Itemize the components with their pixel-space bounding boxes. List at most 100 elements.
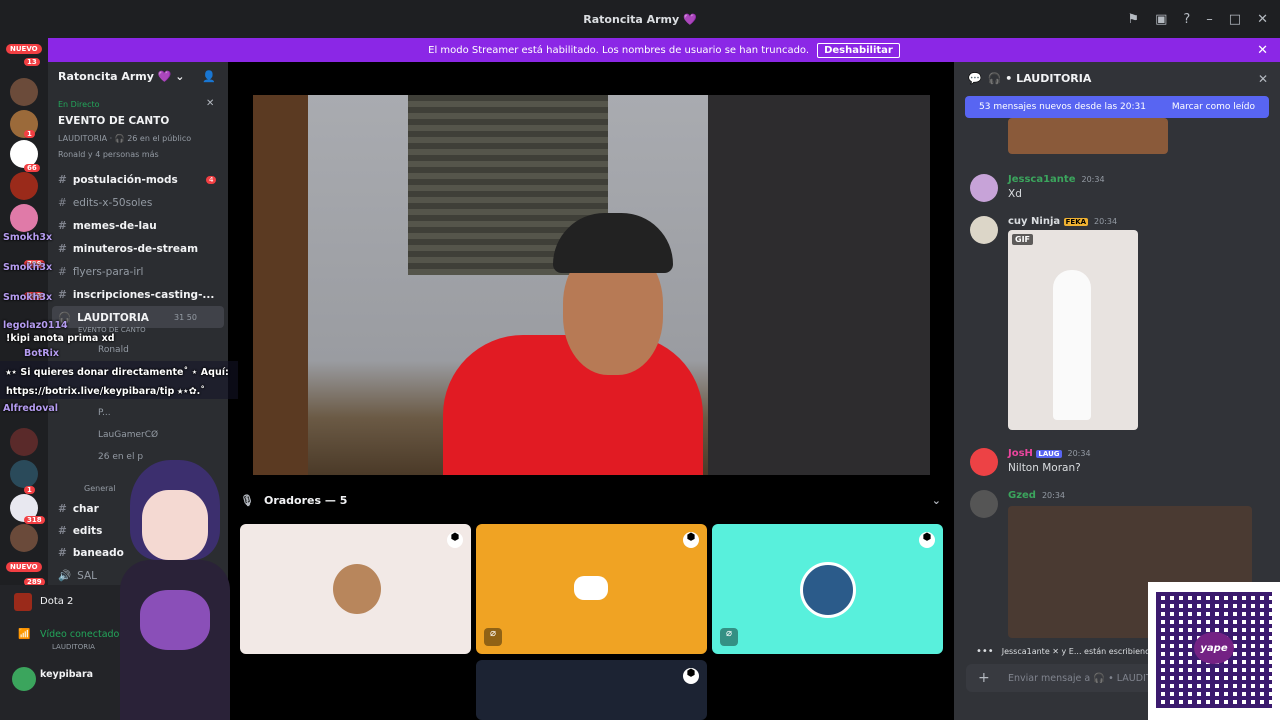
channel-edits-2[interactable]: # edits: [58, 525, 102, 537]
unread-badge: 66: [24, 164, 40, 172]
server-icon[interactable]: [10, 204, 38, 232]
activity-name: Dota 2: [40, 596, 74, 607]
unread-badge: 13: [24, 58, 40, 66]
dota-icon: [14, 593, 32, 611]
gif-image[interactable]: GIF: [1008, 230, 1138, 430]
close-chat-icon[interactable]: ✕: [1258, 72, 1268, 86]
title-bar: Ratoncita Army 💜 ⚑ ▣ ? – □ ✕: [0, 0, 1280, 38]
close-icon[interactable]: ✕: [1257, 12, 1268, 27]
speaker-tile[interactable]: ⬢: [476, 660, 707, 720]
channel-lauditoria[interactable]: 🎧 LAUDITORIA: [58, 311, 149, 324]
chevron-down-icon: ⌄: [175, 70, 185, 83]
new-badge: NUEVO: [6, 562, 42, 572]
add-user-icon[interactable]: 👤: [202, 70, 216, 83]
channel-sal[interactable]: 🔊 SAL: [58, 569, 97, 582]
typing-indicator: ••• Jessca1ante ✕ y E... están escribiend…: [976, 646, 1163, 657]
stage-user[interactable]: LauGamerCØ: [98, 430, 158, 440]
disable-streamer-button[interactable]: Deshabilitar: [817, 42, 900, 58]
muted-mic-icon: ⌀: [720, 628, 738, 646]
banner-text: El modo Streamer está habilitado. Los no…: [428, 44, 810, 56]
message-author: Jessca1ante 20:34: [1008, 174, 1105, 185]
overlay-username: Smokh3x: [3, 262, 53, 273]
channel-memes[interactable]: # memes-de-lau: [58, 220, 157, 232]
message-text: Xd: [1008, 188, 1022, 200]
speaker-tile[interactable]: ⬢ ⌀: [476, 524, 707, 654]
moderator-icon: ⬢: [447, 532, 463, 548]
server-icon[interactable]: [10, 78, 38, 106]
channel-edits[interactable]: # edits-x-50soles: [58, 197, 152, 209]
mark-read-button[interactable]: Marcar como leído: [1172, 102, 1255, 112]
channel-char[interactable]: # char: [58, 503, 99, 515]
discord-logo-icon: [574, 576, 608, 600]
server-icon[interactable]: [10, 428, 38, 456]
close-banner-icon[interactable]: ✕: [1257, 43, 1268, 58]
muted-mic-icon: ⌀: [484, 628, 502, 646]
live-label: En Directo: [58, 100, 100, 109]
event-name[interactable]: EVENTO DE CANTO: [58, 115, 169, 127]
server-name[interactable]: Ratoncita Army 💜 ⌄: [58, 70, 185, 83]
username[interactable]: keypibara: [40, 669, 93, 680]
new-messages-text: 53 mensajes nuevos desde las 20:31: [979, 102, 1146, 112]
maximize-icon[interactable]: □: [1229, 12, 1241, 27]
moderator-icon: ⬢: [683, 668, 699, 684]
video-stream[interactable]: [253, 95, 930, 475]
chat-icon: 💬: [968, 72, 982, 85]
video-clothes-rack: [708, 95, 930, 475]
gif-label: GIF: [1012, 234, 1034, 245]
channel-meta: 31 50: [174, 313, 197, 322]
headphones-icon: 🎧: [987, 72, 1002, 85]
message-author: Gzed 20:34: [1008, 490, 1066, 501]
overlay-username: Alfredoval: [3, 403, 59, 414]
voice-channel: LAUDITORIA: [52, 643, 95, 651]
server-icon[interactable]: [10, 460, 38, 488]
message-input[interactable]: + Enviar mensaje a 🎧 • LAUDIT: [966, 664, 1156, 692]
speaker-avatar: [800, 562, 856, 618]
avatar[interactable]: [970, 216, 998, 244]
speaker-avatar: [333, 564, 381, 614]
chat-image[interactable]: [1008, 118, 1168, 154]
stage-user[interactable]: Ronald: [98, 345, 129, 355]
add-attachment-icon[interactable]: +: [978, 670, 990, 686]
server-icon-dota[interactable]: [10, 172, 38, 200]
signal-icon: 📶: [18, 629, 31, 640]
channel-inscripciones[interactable]: # inscripciones-casting-...: [58, 289, 214, 301]
window-title: Ratoncita Army 💜: [583, 12, 697, 26]
channel-flyers[interactable]: # flyers-para-irl: [58, 266, 143, 278]
overlay-username: Smokh3x: [3, 292, 53, 303]
message-text: Nilton Moran?: [1008, 462, 1081, 474]
gif-figure: [1053, 270, 1091, 420]
server-icon[interactable]: [10, 524, 38, 552]
event-people: Ronald y 4 personas más: [58, 150, 159, 159]
overlay-username: legolaz0114: [3, 320, 68, 331]
vtuber-character: [100, 440, 250, 720]
yape-qr-code: yape: [1148, 582, 1280, 720]
video-door: [253, 95, 308, 475]
overlay-username: BotRix: [24, 348, 60, 359]
channel-postulacion-mods[interactable]: # postulación-mods: [58, 174, 178, 186]
stage-user[interactable]: P...: [98, 408, 111, 418]
channel-badge: 4: [206, 176, 217, 184]
message-author: cuy Ninja FEKA 20:34: [1008, 216, 1118, 227]
minimize-icon[interactable]: –: [1206, 12, 1213, 27]
new-messages-bar[interactable]: 53 mensajes nuevos desde las 20:31 Marca…: [965, 96, 1269, 118]
avatar[interactable]: [970, 490, 998, 518]
message-author: JosH LAUG 20:34: [1008, 448, 1091, 459]
moderator-icon: ⬢: [683, 532, 699, 548]
overlay-chat-line: https://botrix.live/keypibara/tip ⭑⋆✿.˚: [6, 386, 206, 397]
streamer-mode-banner: El modo Streamer está habilitado. Los no…: [48, 38, 1280, 62]
speakers-header[interactable]: 🎙 Oradores — 5 ⌄: [240, 490, 945, 510]
unread-badge: 1: [24, 130, 35, 138]
speaker-tile[interactable]: ⬢: [240, 524, 471, 654]
channel-minuteros[interactable]: # minuteros-de-stream: [58, 243, 198, 255]
avatar[interactable]: [12, 667, 36, 691]
close-event-icon[interactable]: ✕: [206, 98, 214, 109]
avatar[interactable]: [970, 448, 998, 476]
inbox-icon[interactable]: ⚑: [1127, 12, 1139, 27]
chat-header: 💬 🎧 • LAUDITORIA: [968, 72, 1092, 85]
unread-badge: 318: [24, 516, 45, 524]
help-icon[interactable]: ?: [1183, 12, 1190, 27]
avatar[interactable]: [970, 174, 998, 202]
speaker-tile[interactable]: ⬢ ⌀: [712, 524, 943, 654]
event-info: LAUDITORIA · 🎧 26 en el público: [58, 134, 192, 143]
screen-icon[interactable]: ▣: [1155, 12, 1167, 27]
